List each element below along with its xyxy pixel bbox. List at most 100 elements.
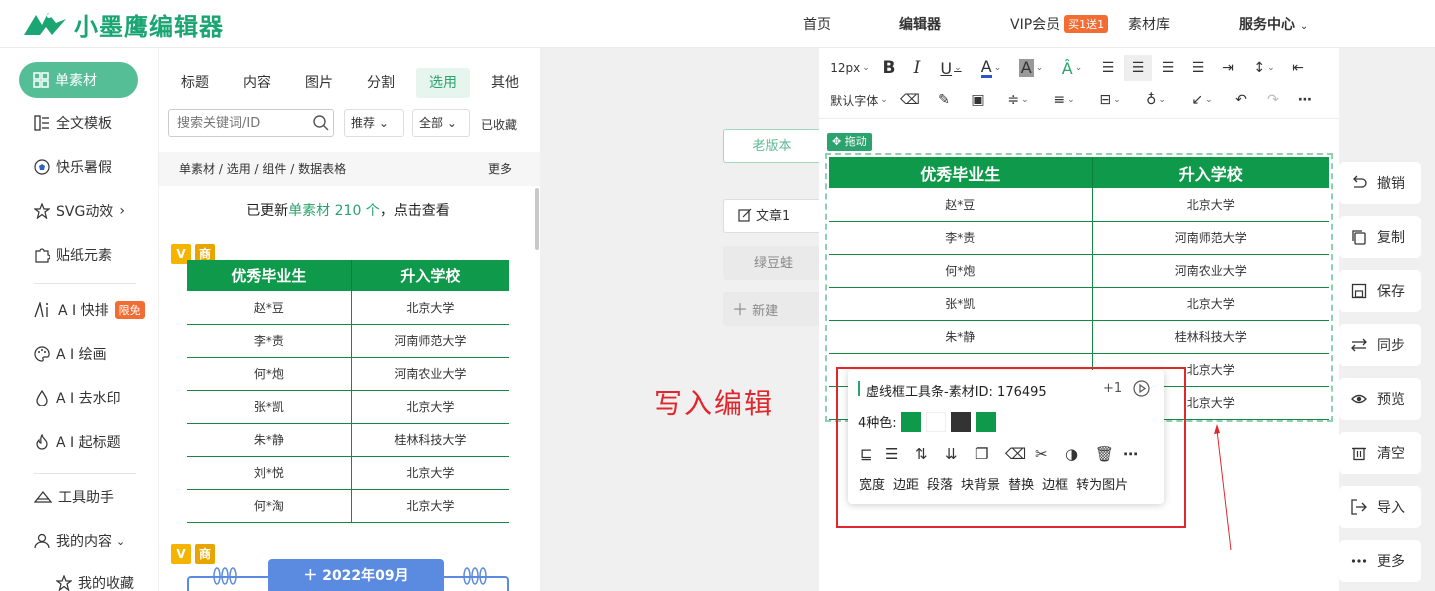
sidebar-item-ai-paint[interactable]: A I 绘画 (34, 339, 154, 369)
tab-other[interactable]: 其他 (478, 68, 532, 98)
material-card-table[interactable]: V 商 优秀毕业生 升入学校 赵*豆 北京大学 李*责 河南师范大学 何*炮 河南农业大… (167, 244, 529, 534)
breadcrumb-item[interactable]: 单素材 (179, 162, 215, 176)
text-effect-icon[interactable]: Â ⌄ (1052, 55, 1092, 81)
table-cell[interactable]: 朱*静 (829, 320, 1093, 354)
font-size-select[interactable]: 12px ⌄ (826, 55, 874, 81)
table-cell[interactable]: 河南师范大学 (1092, 221, 1329, 255)
arrow-icon[interactable]: ↙ ⌄ (1180, 87, 1224, 113)
filter-dropdown[interactable]: 全部 ⌄ (412, 109, 470, 137)
tab-title[interactable]: 标题 (168, 68, 222, 98)
sidebar-item-single-material[interactable]: 单素材 (19, 62, 138, 98)
underline-icon[interactable]: U ⌄ (932, 55, 970, 81)
bulb-icon[interactable]: ♁ ⌄ (1134, 87, 1178, 113)
sidebar-item-summer[interactable]: 快乐暑假 (34, 152, 154, 182)
import-button[interactable]: 导入 (1339, 486, 1421, 528)
format-brush-icon[interactable]: ✎ (928, 87, 960, 113)
exit-icon[interactable]: ⇤ (1286, 55, 1310, 81)
image-icon[interactable]: ▣ (962, 87, 994, 113)
sidebar-item-template[interactable]: 全文模板 (34, 108, 154, 138)
copy-button[interactable]: 复制 (1339, 216, 1421, 258)
logo[interactable]: 小墨鹰编辑器 (22, 8, 224, 41)
material-card-calendar[interactable]: V 商 ＋ 2022年09月 (167, 544, 529, 591)
table-cell[interactable]: 北京大学 (1092, 188, 1329, 222)
bold-icon[interactable]: B (876, 55, 902, 81)
tab-selected[interactable]: 选用 (416, 68, 470, 98)
breadcrumb-item[interactable]: 组件 (262, 162, 286, 176)
table-cell[interactable]: 河南农业大学 (1092, 254, 1329, 288)
search-input[interactable] (168, 109, 334, 137)
sort-dropdown[interactable]: 推荐 ⌄ (344, 109, 404, 137)
align-right-icon[interactable]: ☰ (1154, 55, 1182, 81)
grid-icon (33, 72, 49, 88)
table-cell[interactable]: 赵*豆 (829, 188, 1093, 222)
sidebar-item-my-content[interactable]: 我的内容 ⌄ (34, 526, 154, 556)
top-bar: 小墨鹰编辑器 首页 编辑器 VIP会员 买1送1 素材库 服务中心 ⌄ (0, 0, 1435, 48)
table-row: 赵*豆 北京大学 (187, 291, 509, 325)
font-family-select[interactable]: 默认字体 ⌄ (826, 87, 892, 113)
clear-button[interactable]: 清空 (1339, 432, 1421, 474)
italic-icon[interactable]: I (904, 55, 930, 81)
article-tab-2[interactable]: 绿豆蛙 (723, 246, 821, 280)
breadcrumb-item[interactable]: 选用 (227, 162, 251, 176)
table-cell[interactable]: 李*责 (829, 221, 1093, 255)
tab-divider[interactable]: 分割 (354, 68, 408, 98)
sidebar-item-tools[interactable]: 工具助手 (34, 482, 154, 512)
spacing-after-icon[interactable]: ≡ ⌄ (1042, 87, 1086, 113)
align-left-icon[interactable]: ☰ (1094, 55, 1122, 81)
nav-materials[interactable]: 素材库 (1128, 14, 1170, 34)
sidebar-item-ai-watermark[interactable]: A I 去水印 (34, 383, 154, 413)
save-button[interactable]: 保存 (1339, 270, 1421, 312)
sidebar-item-ai-title[interactable]: A I 起标题 (34, 427, 154, 457)
tab-content[interactable]: 内容 (230, 68, 284, 98)
table-row: 赵*豆 北京大学 (829, 188, 1329, 222)
table-cell[interactable]: 北京大学 (1092, 287, 1329, 321)
tab-image[interactable]: 图片 (292, 68, 346, 98)
sync-button[interactable]: 同步 (1339, 324, 1421, 366)
table-cell[interactable]: 张*凯 (829, 287, 1093, 321)
indent-icon[interactable]: ⇥ (1214, 55, 1242, 81)
table-header: 升入学校 (351, 260, 509, 291)
sidebar-item-stickers[interactable]: 贴纸元素 (34, 240, 154, 270)
line-height-icon[interactable]: ↕ ⌄ (1244, 55, 1284, 81)
search-icon[interactable] (312, 114, 330, 132)
old-version-button[interactable]: 老版本 (723, 129, 821, 163)
more-button[interactable]: 更多 (1339, 540, 1421, 582)
font-color-icon[interactable]: A ⌄ (972, 55, 1010, 81)
table-row: 何*炮 河南农业大学 (829, 254, 1329, 288)
nav-editor[interactable]: 编辑器 (899, 14, 941, 34)
divider-icon[interactable]: ⊟ ⌄ (1088, 87, 1132, 113)
sidebar-item-ai-layout[interactable]: A I 快排 限免 (34, 295, 154, 325)
preview-button[interactable]: 预览 (1339, 378, 1421, 420)
spacing-before-icon[interactable]: ≑ ⌄ (996, 87, 1040, 113)
article-tab[interactable]: 文章1 (723, 199, 821, 233)
more-link[interactable]: 更多 (488, 152, 512, 186)
scrollbar[interactable] (535, 188, 539, 250)
new-label: 新建 (752, 304, 779, 319)
align-justify-icon[interactable]: ☰ (1184, 55, 1212, 81)
undo-icon[interactable]: ↶ (1226, 87, 1256, 113)
nav-vip[interactable]: VIP会员 买1送1 (1010, 14, 1109, 34)
table-cell[interactable]: 何*炮 (829, 254, 1093, 288)
sidebar-item-svg[interactable]: SVG动效 › (34, 196, 154, 226)
redo-icon[interactable]: ↷ (1258, 87, 1288, 113)
breadcrumb-item[interactable]: 数据表格 (298, 162, 346, 176)
favorites-link[interactable]: 已收藏 (481, 116, 517, 133)
update-notice[interactable]: 已更新单素材 210 个，点击查看 (167, 188, 529, 234)
table-row: 刘*悦 北京大学 (187, 456, 509, 490)
nav-service[interactable]: 服务中心 ⌄ (1239, 14, 1308, 34)
more-icon[interactable]: ⋯ (1290, 87, 1320, 113)
sidebar-item-label: A I 去水印 (56, 391, 121, 407)
template-icon (34, 115, 49, 131)
undo-button[interactable]: 撤销 (1339, 162, 1421, 204)
table-header[interactable]: 升入学校 (1092, 157, 1329, 188)
align-center-icon[interactable]: ☰ (1124, 55, 1152, 81)
nav-home[interactable]: 首页 (803, 14, 831, 34)
new-article-button[interactable]: ＋ 新建 (723, 292, 821, 326)
table-cell[interactable]: 桂林科技大学 (1092, 320, 1329, 354)
sort-value: 推荐 (351, 116, 376, 130)
update-link[interactable]: 单素材 210 个 (288, 203, 380, 219)
background-color-icon[interactable]: A ⌄ (1012, 55, 1050, 81)
drag-handle[interactable]: ✥ 拖动 (827, 133, 872, 151)
table-header[interactable]: 优秀毕业生 (829, 157, 1093, 188)
eraser-icon[interactable]: ⌫ (894, 87, 926, 113)
